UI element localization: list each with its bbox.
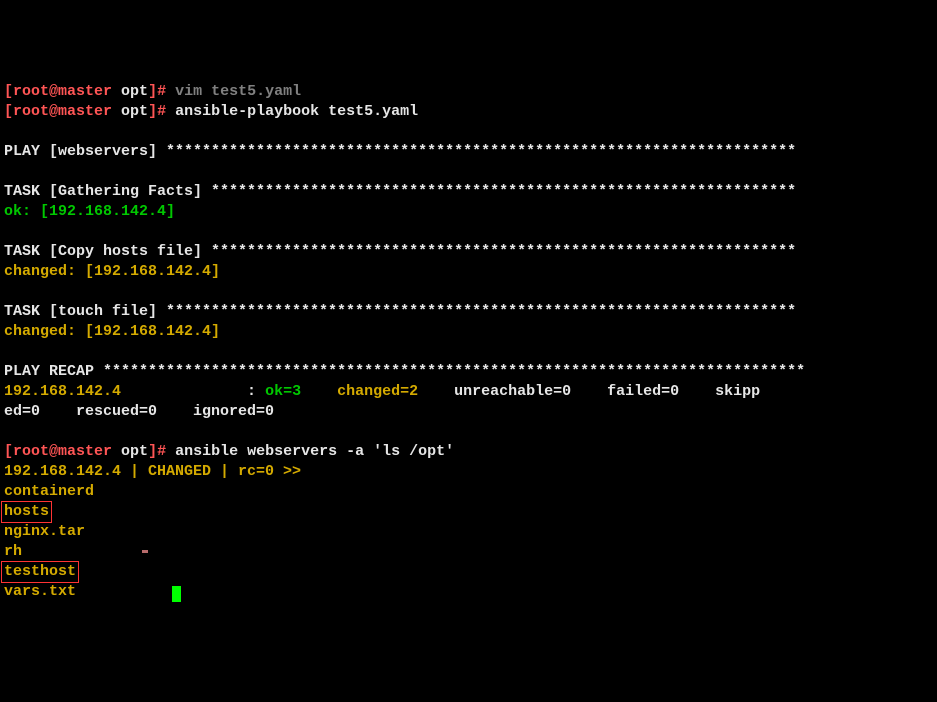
pink-dot-icon [142,550,148,553]
task2-result: changed: [192.168.142.4] [4,263,220,280]
bracket-close: ] [148,83,157,100]
recap-ok: ok=3 [265,383,328,400]
play-label: PLAY [webservers] [4,143,166,160]
status-changed: changed: [4,263,85,280]
play-recap-header: PLAY RECAP *****************************… [4,363,805,380]
file-vars-row: vars.txt [4,583,181,600]
user-host: root@master [13,443,112,460]
command-text: ansible-playbook test5.yaml [175,103,418,120]
stars: ****************************************… [211,243,796,260]
bracket: [ [4,103,13,120]
colon: : [238,383,265,400]
recap-host: 192.168.142.4 [4,383,238,400]
prompt-line-1: [root@master opt]# vim test5.yaml [4,83,301,100]
file-rh-row: rh [4,543,148,560]
stars: ****************************************… [166,143,796,160]
stars: ****************************************… [166,303,796,320]
task-touch-file: TASK [touch file] **********************… [4,303,796,320]
host-ip: [192.168.142.4] [40,203,175,220]
task-label: TASK [Copy hosts file] [4,243,211,260]
recap-rest: unreachable=0 failed=0 skipp [445,383,760,400]
prompt-line-2: [root@master opt]# ansible-playbook test… [4,103,418,120]
hash: # [157,103,175,120]
recap-line2: ed=0 rescued=0 ignored=0 [4,403,274,420]
stars: ****************************************… [103,363,805,380]
stars: ****************************************… [211,183,796,200]
file-containerd: containerd [4,483,94,500]
file-testhost-row: testhost [4,563,76,580]
bracket: [ [4,83,13,100]
bracket-close: ] [148,443,157,460]
command-text: ansible webservers -a 'ls /opt' [175,443,454,460]
recap-label: PLAY RECAP [4,363,103,380]
host-ip: [192.168.142.4] [85,323,220,340]
task-gathering-facts: TASK [Gathering Facts] *****************… [4,183,796,200]
file-hosts-row: hosts [4,503,49,520]
task1-result: ok: [192.168.142.4] [4,203,175,220]
file-nginx-tar: nginx.tar [4,523,85,540]
terminal[interactable]: [root@master opt]# vim test5.yaml [root@… [4,82,933,602]
cursor-icon [172,586,181,602]
task3-result: changed: [192.168.142.4] [4,323,220,340]
prompt-line-3: [root@master opt]# ansible webservers -a… [4,443,454,460]
file-rh: rh [4,543,22,560]
ls-result-header: 192.168.142.4 | CHANGED | rc=0 >> [4,463,301,480]
recap-changed: changed=2 [328,383,445,400]
user-host: root@master [13,103,112,120]
file-hosts: hosts [4,503,49,520]
user-host: root@master [13,83,112,100]
hash: # [157,83,175,100]
bracket: [ [4,443,13,460]
hash: # [157,443,175,460]
file-testhost: testhost [4,563,76,580]
status-changed: changed: [4,323,85,340]
path: opt [112,443,148,460]
bracket-close: ] [148,103,157,120]
task-label: TASK [Gathering Facts] [4,183,211,200]
task-label: TASK [touch file] [4,303,166,320]
path: opt [112,103,148,120]
command-text: vim test5.yaml [175,83,301,100]
recap-line1: 192.168.142.4 : ok=3 changed=2 unreachab… [4,383,760,400]
path: opt [112,83,148,100]
task-copy-hosts: TASK [Copy hosts file] *****************… [4,243,796,260]
play-header: PLAY [webservers] **********************… [4,143,796,160]
host-ip: [192.168.142.4] [85,263,220,280]
file-vars-txt: vars.txt [4,583,76,600]
status-ok: ok: [4,203,40,220]
